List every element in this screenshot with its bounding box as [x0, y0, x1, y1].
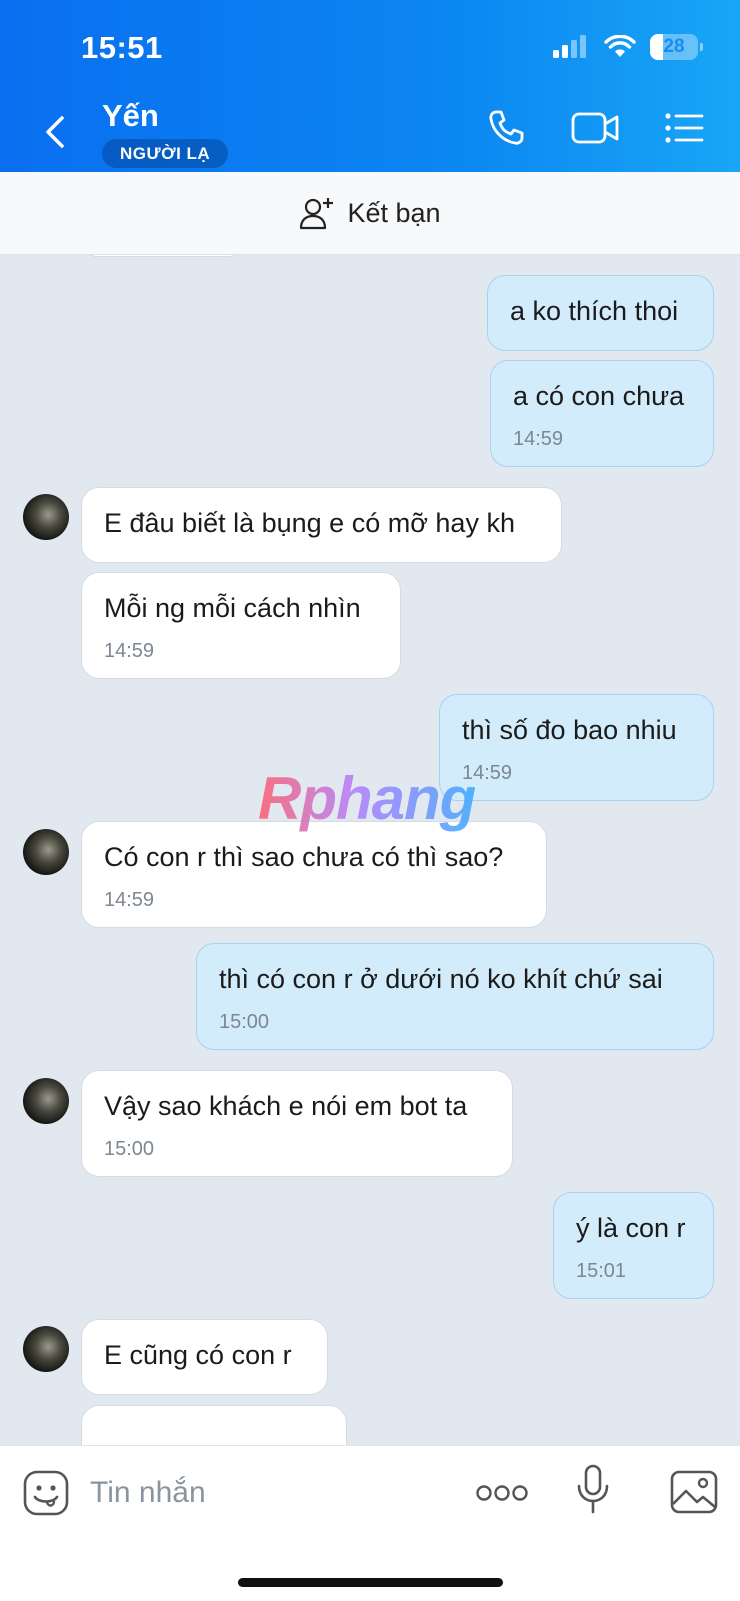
- message-bubble-incoming[interactable]: Có con r thì sao chưa có thì sao? 14:59: [81, 821, 547, 928]
- message-bubble-outgoing[interactable]: thì số đo bao nhiu 14:59: [439, 694, 714, 801]
- add-friend-button[interactable]: Kết bạn: [0, 172, 740, 255]
- battery-level: 28: [663, 36, 685, 57]
- message-timestamp: 15:00: [104, 1138, 155, 1160]
- message-bubble-partial[interactable]: [81, 255, 245, 257]
- phone-call-button[interactable]: [486, 108, 526, 148]
- message-timestamp: 15:01: [576, 1260, 627, 1282]
- add-friend-label: Kết bạn: [347, 197, 441, 228]
- microphone-button[interactable]: [576, 1464, 610, 1514]
- menu-list-button[interactable]: [664, 108, 704, 148]
- watermark-logo: Rphang: [258, 765, 476, 832]
- chat-header: 15:51 28 Yến NGƯỜI LẠ: [0, 0, 740, 172]
- contact-avatar[interactable]: [23, 829, 69, 875]
- message-input[interactable]: Tin nhắn: [90, 1476, 206, 1510]
- wifi-icon: [604, 35, 636, 57]
- message-bubble-incoming[interactable]: Mỗi ng mỗi cách nhìn 14:59: [81, 572, 401, 679]
- sticker-emoji-button[interactable]: [23, 1470, 69, 1516]
- message-timestamp: 14:59: [104, 640, 155, 662]
- home-indicator[interactable]: [238, 1578, 503, 1587]
- message-bubble-outgoing[interactable]: a có con chưa 14:59: [490, 360, 714, 467]
- back-button[interactable]: [40, 112, 70, 152]
- message-bubble-outgoing[interactable]: ý là con r 15:01: [553, 1192, 714, 1299]
- status-time: 15:51: [81, 30, 163, 65]
- video-call-button[interactable]: [571, 108, 621, 148]
- add-friend-icon: [300, 198, 334, 230]
- contact-avatar[interactable]: [23, 494, 69, 540]
- message-timestamp: 14:59: [513, 428, 564, 450]
- message-list[interactable]: a ko thích thoi a có con chưa 14:59 E đâ…: [0, 255, 740, 1445]
- message-bubble-outgoing[interactable]: a ko thích thoi: [487, 275, 714, 351]
- message-bubble-incoming[interactable]: Vậy sao khách e nói em bot ta 15:00: [81, 1070, 513, 1177]
- message-bubble-partial[interactable]: [81, 1405, 347, 1445]
- message-bubble-incoming[interactable]: E cũng có con r: [81, 1319, 328, 1395]
- contact-name[interactable]: Yến: [102, 98, 159, 134]
- image-gallery-button[interactable]: [670, 1470, 718, 1514]
- message-bubble-incoming[interactable]: E đâu biết là bụng e có mỡ hay kh: [81, 487, 562, 563]
- battery-icon: 28: [650, 34, 703, 60]
- contact-avatar[interactable]: [23, 1326, 69, 1372]
- message-timestamp: 14:59: [104, 889, 155, 911]
- stranger-badge: NGƯỜI LẠ: [102, 139, 229, 168]
- message-bubble-outgoing[interactable]: thì có con r ở dưới nó ko khít chứ sai 1…: [196, 943, 714, 1050]
- contact-avatar[interactable]: [23, 1078, 69, 1124]
- cellular-signal-icon: [553, 35, 586, 58]
- more-options-button[interactable]: [476, 1483, 528, 1503]
- message-timestamp: 15:00: [219, 1011, 270, 1033]
- status-icons: 28: [552, 34, 703, 60]
